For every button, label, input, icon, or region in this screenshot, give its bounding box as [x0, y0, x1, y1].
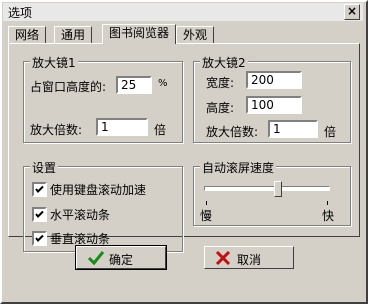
- tab-panel: 放大镜1 占窗口高度的: 25 % 放大倍数: 1 倍 放大镜2 宽度: 200…: [8, 43, 360, 252]
- ok-button-label: 确定: [109, 253, 134, 267]
- slider-tick: [327, 201, 328, 205]
- autoscroll-slider-track[interactable]: [204, 186, 330, 191]
- cancel-button[interactable]: 取消: [204, 246, 294, 269]
- magnifier2-zoom-label: 放大倍数:: [206, 125, 259, 139]
- magnifier2-zoom-input[interactable]: 1: [268, 120, 318, 138]
- tab-general[interactable]: 通用: [54, 26, 93, 43]
- magnifier1-height-input[interactable]: 25: [116, 76, 152, 94]
- checkbox-vertical-scrollbar[interactable]: [32, 231, 47, 246]
- check-icon: [35, 234, 44, 242]
- autoscroll-slider-thumb[interactable]: [274, 181, 283, 197]
- window-title: 选项: [8, 6, 33, 20]
- check-icon: [35, 210, 44, 218]
- magnifier2-title: 放大镜2: [200, 54, 248, 71]
- ok-button[interactable]: 确定: [75, 245, 167, 270]
- keyboard-scroll-accel-label[interactable]: 使用键盘滚动加速: [50, 181, 146, 198]
- magnifier1-zoom-unit: 倍: [154, 123, 167, 137]
- cancel-button-label: 取消: [237, 253, 262, 267]
- autoscroll-title: 自动滚屏速度: [200, 159, 277, 176]
- cancel-x-icon: [215, 250, 231, 269]
- percent-symbol: %: [158, 78, 168, 89]
- checkbox-horizontal-scrollbar[interactable]: [32, 207, 47, 222]
- checkmark-icon: [87, 250, 105, 269]
- close-button[interactable]: ×: [344, 4, 360, 20]
- tab-book-viewer[interactable]: 图书阅览器: [102, 24, 177, 44]
- magnifier2-height-input[interactable]: 100: [246, 96, 302, 114]
- tab-strip: 网络 通用 图书阅览器 外观: [8, 24, 360, 44]
- slow-label: 慢: [200, 209, 213, 223]
- magnifier2-height-label: 高度:: [206, 101, 235, 115]
- autoscroll-group: 自动滚屏速度 慢 快: [193, 159, 351, 226]
- settings-title: 设置: [30, 159, 59, 176]
- title-bar[interactable]: 选项 ×: [3, 3, 363, 21]
- checkbox-keyboard-scroll-accel[interactable]: [32, 182, 47, 197]
- magnifier2-group: 放大镜2 宽度: 200 高度: 100 放大倍数: 1 倍: [193, 54, 351, 143]
- check-icon: [35, 185, 44, 193]
- magnifier1-group: 放大镜1 占窗口高度的: 25 % 放大倍数: 1 倍: [23, 54, 183, 143]
- tab-network[interactable]: 网络: [8, 26, 47, 43]
- close-icon: ×: [346, 4, 358, 18]
- tab-appearance[interactable]: 外观: [176, 26, 215, 43]
- magnifier2-zoom-unit: 倍: [324, 125, 337, 139]
- settings-group: 设置 使用键盘滚动加速 水平滚动条 垂直滚动条: [23, 159, 183, 252]
- magnifier1-zoom-label: 放大倍数:: [30, 123, 83, 137]
- slider-tick: [206, 201, 207, 205]
- magnifier1-height-label: 占窗口高度的:: [30, 80, 107, 94]
- magnifier1-zoom-input[interactable]: 1: [96, 118, 148, 136]
- horizontal-scrollbar-label[interactable]: 水平滚动条: [50, 206, 110, 223]
- fast-label: 快: [322, 209, 335, 223]
- magnifier2-width-input[interactable]: 200: [246, 71, 302, 89]
- magnifier1-title: 放大镜1: [30, 54, 78, 71]
- vertical-scrollbar-label[interactable]: 垂直滚动条: [50, 230, 110, 247]
- options-dialog: 选项 × 网络 通用 图书阅览器 外观 放大镜1 占窗口高度的: 25 % 放大…: [0, 0, 368, 304]
- magnifier2-width-label: 宽度:: [206, 76, 235, 90]
